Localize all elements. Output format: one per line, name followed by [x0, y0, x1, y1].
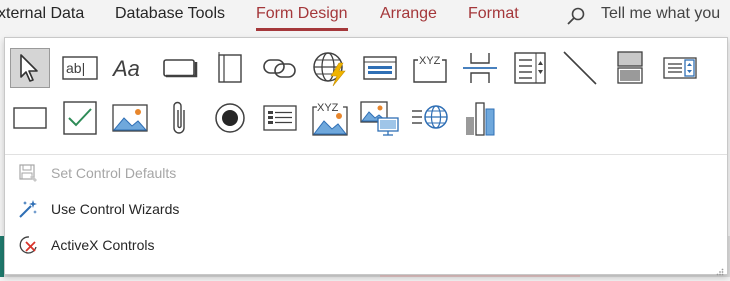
label-icon: Aa	[112, 55, 148, 81]
resize-grip[interactable]	[716, 263, 724, 276]
controls-gallery-dropdown: ab| Aa XYZ XYZ Set Control Defaults Use …	[4, 37, 728, 276]
image-tool[interactable]	[110, 98, 150, 138]
bound-object-frame-icon: XYZ	[311, 99, 349, 137]
button-tool[interactable]	[160, 48, 200, 88]
image-icon	[112, 103, 148, 133]
rectangle-tool[interactable]	[10, 98, 50, 138]
subform-icon	[262, 104, 298, 132]
rectangle-icon	[12, 104, 48, 132]
label-tool[interactable]: Aa	[110, 48, 150, 88]
hyperlink-icon	[262, 55, 298, 81]
select-tool[interactable]	[10, 48, 50, 88]
web-browser-control-tool[interactable]	[310, 48, 350, 88]
check-box-tool[interactable]	[60, 98, 100, 138]
set-control-defaults-item[interactable]: Set Control Defaults	[17, 158, 317, 188]
edge-browser-icon	[410, 102, 450, 134]
set-defaults-icon	[17, 162, 39, 184]
tab-database-tools[interactable]: Database Tools	[115, 5, 225, 23]
bound-object-frame-tool[interactable]: XYZ	[310, 98, 350, 138]
svg-text:Aa: Aa	[112, 56, 140, 81]
wand-icon	[17, 198, 39, 220]
text-box-icon: ab|	[62, 55, 98, 81]
web-browser-control-icon	[311, 49, 349, 87]
set-control-defaults-label: Set Control Defaults	[51, 165, 177, 181]
insert-page-break-tool[interactable]	[460, 48, 500, 88]
gallery-separator	[5, 154, 727, 155]
list-box-tool[interactable]	[660, 48, 700, 88]
text-box-tool[interactable]: ab|	[60, 48, 100, 88]
option-button-icon	[214, 102, 246, 134]
tab-control-tool[interactable]	[210, 48, 250, 88]
activex-controls-item[interactable]: ActiveX Controls	[17, 230, 317, 260]
tab-control-icon	[214, 52, 246, 84]
attachment-icon	[170, 100, 190, 136]
insert-page-break-icon	[462, 51, 498, 85]
attachment-tool[interactable]	[160, 98, 200, 138]
use-control-wizards-item[interactable]: Use Control Wizards	[17, 194, 317, 224]
search-icon[interactable]	[566, 6, 586, 26]
option-group-tool[interactable]: XYZ	[410, 48, 450, 88]
unbound-object-frame-icon	[360, 98, 400, 138]
svg-text:XYZ: XYZ	[317, 102, 339, 114]
chart-tool[interactable]	[460, 98, 500, 138]
use-control-wizards-label: Use Control Wizards	[51, 201, 180, 217]
tell-me-search[interactable]: Tell me what you	[601, 5, 720, 23]
hyperlink-tool[interactable]	[260, 48, 300, 88]
select-pointer-icon	[16, 53, 44, 83]
navigation-control-icon	[362, 54, 398, 82]
check-box-icon	[63, 101, 97, 135]
combo-box-tool[interactable]	[510, 48, 550, 88]
toggle-button-tool[interactable]	[610, 48, 650, 88]
option-button-tool[interactable]	[210, 98, 250, 138]
navigation-control-tool[interactable]	[360, 48, 400, 88]
line-icon	[562, 50, 598, 86]
subform-tool[interactable]	[260, 98, 300, 138]
tab-external-data[interactable]: xternal Data	[0, 5, 84, 23]
tab-arrange[interactable]: Arrange	[380, 5, 437, 23]
button-icon	[162, 56, 198, 80]
tab-form-design[interactable]: Form Design	[256, 5, 348, 31]
combo-box-icon	[512, 51, 548, 85]
list-box-icon	[662, 54, 698, 82]
toggle-button-icon	[615, 50, 645, 86]
edge-browser-tool[interactable]	[410, 98, 450, 138]
chart-icon	[463, 99, 497, 137]
activex-icon	[17, 234, 39, 256]
unbound-object-frame-tool[interactable]	[360, 98, 400, 138]
option-group-icon: XYZ	[412, 52, 448, 84]
tab-format[interactable]: Format	[468, 5, 519, 23]
ribbon-tab-bar: xternal Data Database Tools Form Design …	[0, 0, 730, 36]
svg-text:XYZ: XYZ	[419, 55, 441, 67]
svg-text:ab|: ab|	[66, 60, 85, 76]
line-tool[interactable]	[560, 48, 600, 88]
activex-controls-label: ActiveX Controls	[51, 237, 155, 253]
